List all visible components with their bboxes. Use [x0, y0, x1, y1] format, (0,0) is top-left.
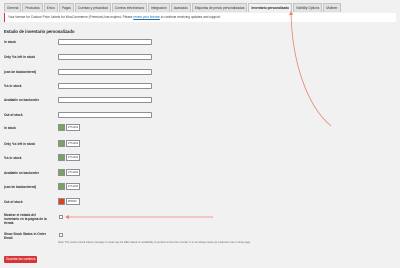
color-label-can-be-backordered: (can be backordered) [4, 185, 37, 189]
color-label-in-stock-count: %s in stock [4, 156, 22, 160]
only-left-color-picker[interactable]: #77a464 [58, 140, 80, 147]
color-swatch[interactable] [58, 140, 65, 147]
tab-correos-electronicos[interactable]: Correos electrónicos [111, 3, 147, 12]
color-label-in-stock: In stock [4, 126, 17, 130]
in-stock-count-color-picker[interactable]: #77a464 [58, 154, 80, 161]
show-in-email-label-line2: Email [4, 236, 13, 240]
out-of-stock-color-picker[interactable]: #ff0000 [58, 198, 80, 205]
field-label-only-left: Only %s left in stock [4, 55, 36, 59]
tab-etiquetas-precio[interactable]: Etiquetas de precio personalizadas [191, 3, 248, 12]
color-swatch[interactable] [58, 124, 65, 131]
field-label-in-stock-count: %s in stock [4, 84, 22, 88]
in-stock-count-text-input[interactable] [58, 83, 152, 89]
backorder-text-input[interactable] [58, 97, 152, 103]
save-changes-button[interactable]: Guardar los cambios [4, 256, 38, 263]
tab-multiver[interactable]: Multiver [323, 3, 341, 12]
color-hex-input[interactable]: #77a464 [66, 124, 80, 131]
license-notice: Your license for Custom Price Labels for… [4, 13, 396, 22]
color-hex-input[interactable]: #77a464 [66, 169, 80, 176]
in-stock-color-picker[interactable]: #77a464 [58, 124, 80, 131]
tab-visibility-options[interactable]: Visibility Options [293, 3, 323, 12]
can-be-backordered-text-input[interactable] [58, 69, 152, 75]
color-swatch[interactable] [58, 183, 65, 190]
color-swatch[interactable] [58, 169, 65, 176]
only-left-text-input[interactable] [58, 54, 152, 60]
annotation-arrow-tab [289, 11, 332, 127]
section-title: Estado de inventario personalizado [4, 29, 75, 34]
show-on-product-label-line3: tienda [4, 221, 14, 225]
backorder-color-picker[interactable]: #77a464 [58, 169, 80, 176]
can-be-backordered-color-picker[interactable]: #77a464 [58, 183, 80, 190]
notice-text-after: to continue receiving updates and suppor… [160, 15, 221, 19]
notice-text: Your license for Custom Price Labels for… [8, 15, 133, 19]
show-in-email-checkbox[interactable] [59, 233, 63, 237]
show-stock-status-checkbox[interactable] [59, 215, 63, 219]
tab-envio[interactable]: Envío [43, 3, 58, 12]
color-label-out-of-stock: Out of stock [4, 200, 23, 204]
color-label-only-left: Only %s left in stock [4, 142, 36, 146]
color-swatch[interactable] [58, 198, 65, 205]
color-swatch[interactable] [58, 154, 65, 161]
field-label-backorder: Available on backorder [4, 98, 39, 102]
tab-avanzado[interactable]: Avanzado [170, 3, 191, 12]
field-label-in-stock: In stock [4, 40, 17, 44]
color-hex-input[interactable]: #77a464 [66, 183, 80, 190]
in-stock-text-input[interactable] [58, 39, 152, 45]
color-label-backorder: Available on backorder [4, 171, 39, 175]
tab-pagos[interactable]: Pagos [58, 3, 74, 12]
out-of-stock-text-input[interactable] [58, 112, 152, 118]
field-label-can-be-backordered: (can be backordered) [4, 70, 37, 74]
email-note: Note: The custom stock status message in… [58, 241, 251, 244]
color-hex-input[interactable]: #ff0000 [66, 198, 80, 205]
settings-tabs: General Productos Envío Pagos Cuentas y … [4, 3, 342, 12]
tab-productos[interactable]: Productos [22, 3, 43, 12]
field-label-out-of-stock: Out of stock [4, 113, 23, 117]
tab-cuentas-privacidad[interactable]: Cuentas y privacidad [74, 3, 111, 12]
tab-inventario-personalizado[interactable]: Inventario personalizado [248, 3, 293, 12]
renew-license-link[interactable]: renew your license [133, 15, 160, 19]
color-hex-input[interactable]: #77a464 [66, 154, 80, 161]
tab-integracion[interactable]: Integración [147, 3, 170, 12]
tab-general[interactable]: General [4, 3, 22, 12]
color-hex-input[interactable]: #77a464 [66, 140, 80, 147]
